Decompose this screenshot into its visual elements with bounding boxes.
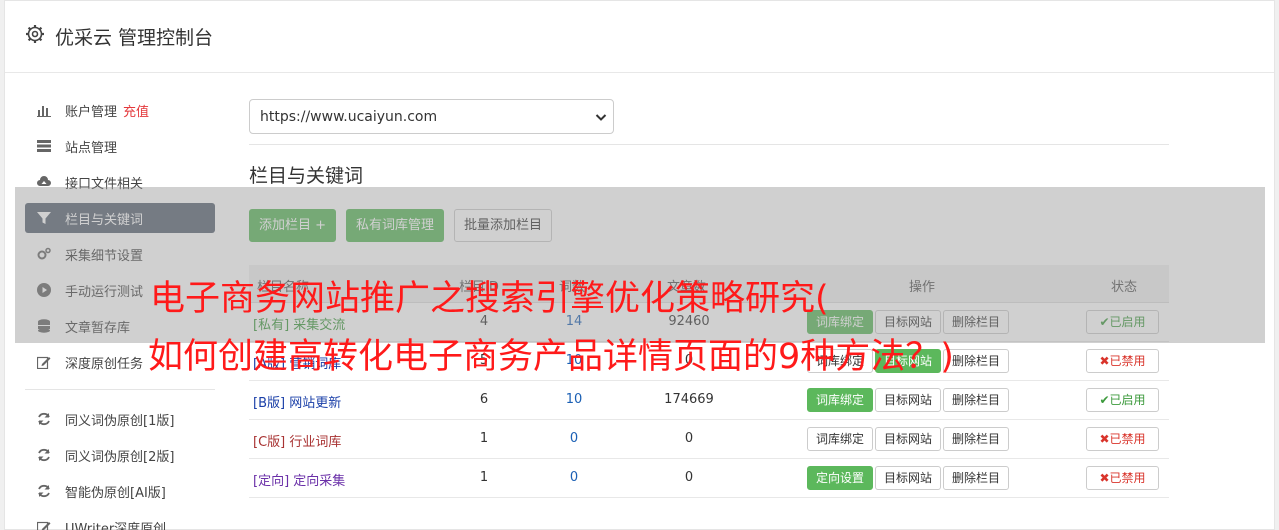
target-site-button[interactable]: 目标网站: [875, 427, 942, 451]
directed-settings-button[interactable]: 定向设置: [807, 466, 874, 490]
refresh-icon: [38, 448, 50, 462]
target-site-button[interactable]: 目标网站: [875, 388, 942, 412]
sidebar-item-synonym-v2[interactable]: 同义词伪原创[2版]: [25, 440, 215, 470]
section-title: 栏目与关键词: [249, 165, 364, 187]
word-count-link[interactable]: 0: [554, 470, 594, 485]
column-name-link[interactable]: [定向] 定向采集: [253, 474, 345, 489]
word-count-link[interactable]: 10: [554, 392, 594, 407]
column-id: 1: [479, 431, 489, 446]
refresh-icon: [38, 484, 50, 498]
sidebar-item-label: 账户管理: [65, 105, 118, 120]
sidebar-item-label: 智能伪原创[AI版]: [65, 486, 166, 501]
delete-column-button[interactable]: 删除栏目: [943, 388, 1010, 412]
site-select-value: https://www.ucaiyun.com: [260, 109, 438, 125]
table-row: [定向] 定向采集 1 0 0 定向设置 目标网站 删除栏目 ✖已禁用: [249, 459, 1169, 498]
delete-column-button[interactable]: 删除栏目: [943, 427, 1010, 451]
sidebar-divider: [25, 389, 215, 390]
overlay-headline-line-2: 如何创建高转化电子商务产品详情页面的9种方法？): [148, 337, 954, 377]
sidebar-item-label: 同义词伪原创[2版]: [65, 450, 175, 465]
overlay-headline-line-1: 电子商务网站推广之搜索引擎优化策略研究(: [150, 279, 829, 319]
sidebar-item-label: 深度原创任务: [65, 357, 144, 372]
edit-icon: [37, 521, 51, 530]
article-count: 0: [684, 470, 694, 485]
word-count-link[interactable]: 0: [554, 431, 594, 446]
bar-chart-icon: [37, 106, 51, 117]
sidebar-item-ai-original[interactable]: 智能伪原创[AI版]: [25, 476, 215, 506]
status-toggle[interactable]: ✔已启用: [1086, 388, 1159, 412]
row-actions: 词库绑定 目标网站 删除栏目: [807, 388, 1011, 412]
column-id: 1: [479, 470, 489, 485]
sidebar-item-account[interactable]: 账户管理 充值: [25, 95, 215, 125]
chevron-down-icon: [595, 114, 607, 121]
table-row: [B版] 网站更新 6 10 174669 词库绑定 目标网站 删除栏目 ✔已启用: [249, 381, 1169, 420]
section-divider: [249, 144, 1169, 145]
delete-column-button[interactable]: 删除栏目: [943, 466, 1010, 490]
table-row: [C版] 行业词库 1 0 0 词库绑定 目标网站 删除栏目 ✖已禁用: [249, 420, 1169, 459]
status-toggle[interactable]: ✖已禁用: [1086, 466, 1159, 490]
article-count: 0: [684, 431, 694, 446]
recharge-link[interactable]: 充值: [123, 105, 149, 120]
sidebar-item-synonym-v1[interactable]: 同义词伪原创[1版]: [25, 404, 215, 434]
server-icon: [37, 140, 51, 152]
page-title: 优采云 管理控制台: [55, 27, 214, 49]
status-toggle[interactable]: ✖已禁用: [1086, 427, 1159, 451]
column-name-link[interactable]: [C版] 行业词库: [253, 435, 341, 450]
target-site-button[interactable]: 目标网站: [875, 466, 942, 490]
sidebar-item-label: 同义词伪原创[1版]: [65, 414, 175, 429]
row-actions: 定向设置 目标网站 删除栏目: [807, 466, 1011, 490]
sidebar-item-uwriter[interactable]: UWriter深度原创: [25, 512, 215, 530]
site-select[interactable]: https://www.ucaiyun.com: [249, 99, 614, 134]
row-actions: 词库绑定 目标网站 删除栏目: [807, 427, 1011, 451]
column-name-link[interactable]: [B版] 网站更新: [253, 396, 341, 411]
bind-dictionary-button[interactable]: 词库绑定: [807, 388, 874, 412]
sidebar-item-sites[interactable]: 站点管理: [25, 131, 215, 161]
bind-dictionary-button[interactable]: 词库绑定: [807, 427, 874, 451]
sidebar-item-label: UWriter深度原创: [65, 522, 167, 530]
edit-icon: [37, 356, 51, 369]
refresh-icon: [38, 412, 50, 426]
sidebar-item-label: 站点管理: [65, 141, 118, 156]
article-count: 174669: [664, 392, 714, 407]
gear-icon: [26, 25, 44, 43]
page-header: 优采云 管理控制台: [5, 1, 1274, 73]
column-id: 6: [479, 392, 489, 407]
